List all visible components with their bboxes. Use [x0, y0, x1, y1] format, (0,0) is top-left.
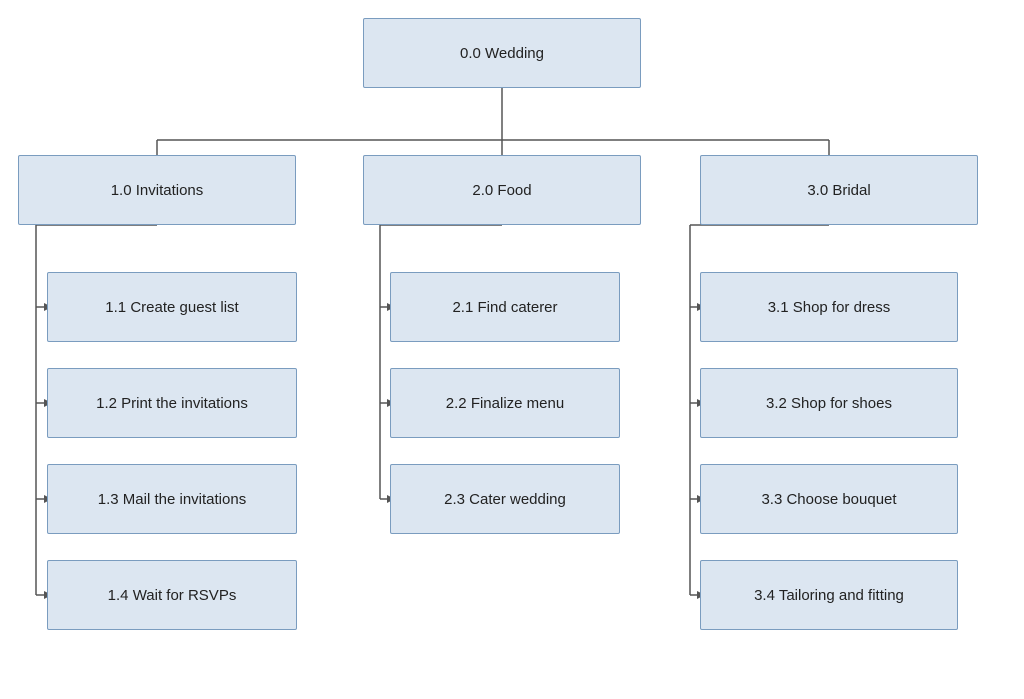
wbs-diagram: 0.0 Wedding 1.0 Invitations 2.0 Food 3.0… [0, 0, 1024, 699]
node-13: 1.3 Mail the invitations [47, 464, 297, 534]
node-33: 3.3 Choose bouquet [700, 464, 958, 534]
node-32: 3.2 Shop for shoes [700, 368, 958, 438]
node-root: 0.0 Wedding [363, 18, 641, 88]
node-11: 1.1 Create guest list [47, 272, 297, 342]
node-23: 2.3 Cater wedding [390, 464, 620, 534]
node-2: 2.0 Food [363, 155, 641, 225]
node-22: 2.2 Finalize menu [390, 368, 620, 438]
node-31: 3.1 Shop for dress [700, 272, 958, 342]
node-34: 3.4 Tailoring and fitting [700, 560, 958, 630]
node-12: 1.2 Print the invitations [47, 368, 297, 438]
node-1: 1.0 Invitations [18, 155, 296, 225]
node-21: 2.1 Find caterer [390, 272, 620, 342]
node-3: 3.0 Bridal [700, 155, 978, 225]
node-14: 1.4 Wait for RSVPs [47, 560, 297, 630]
